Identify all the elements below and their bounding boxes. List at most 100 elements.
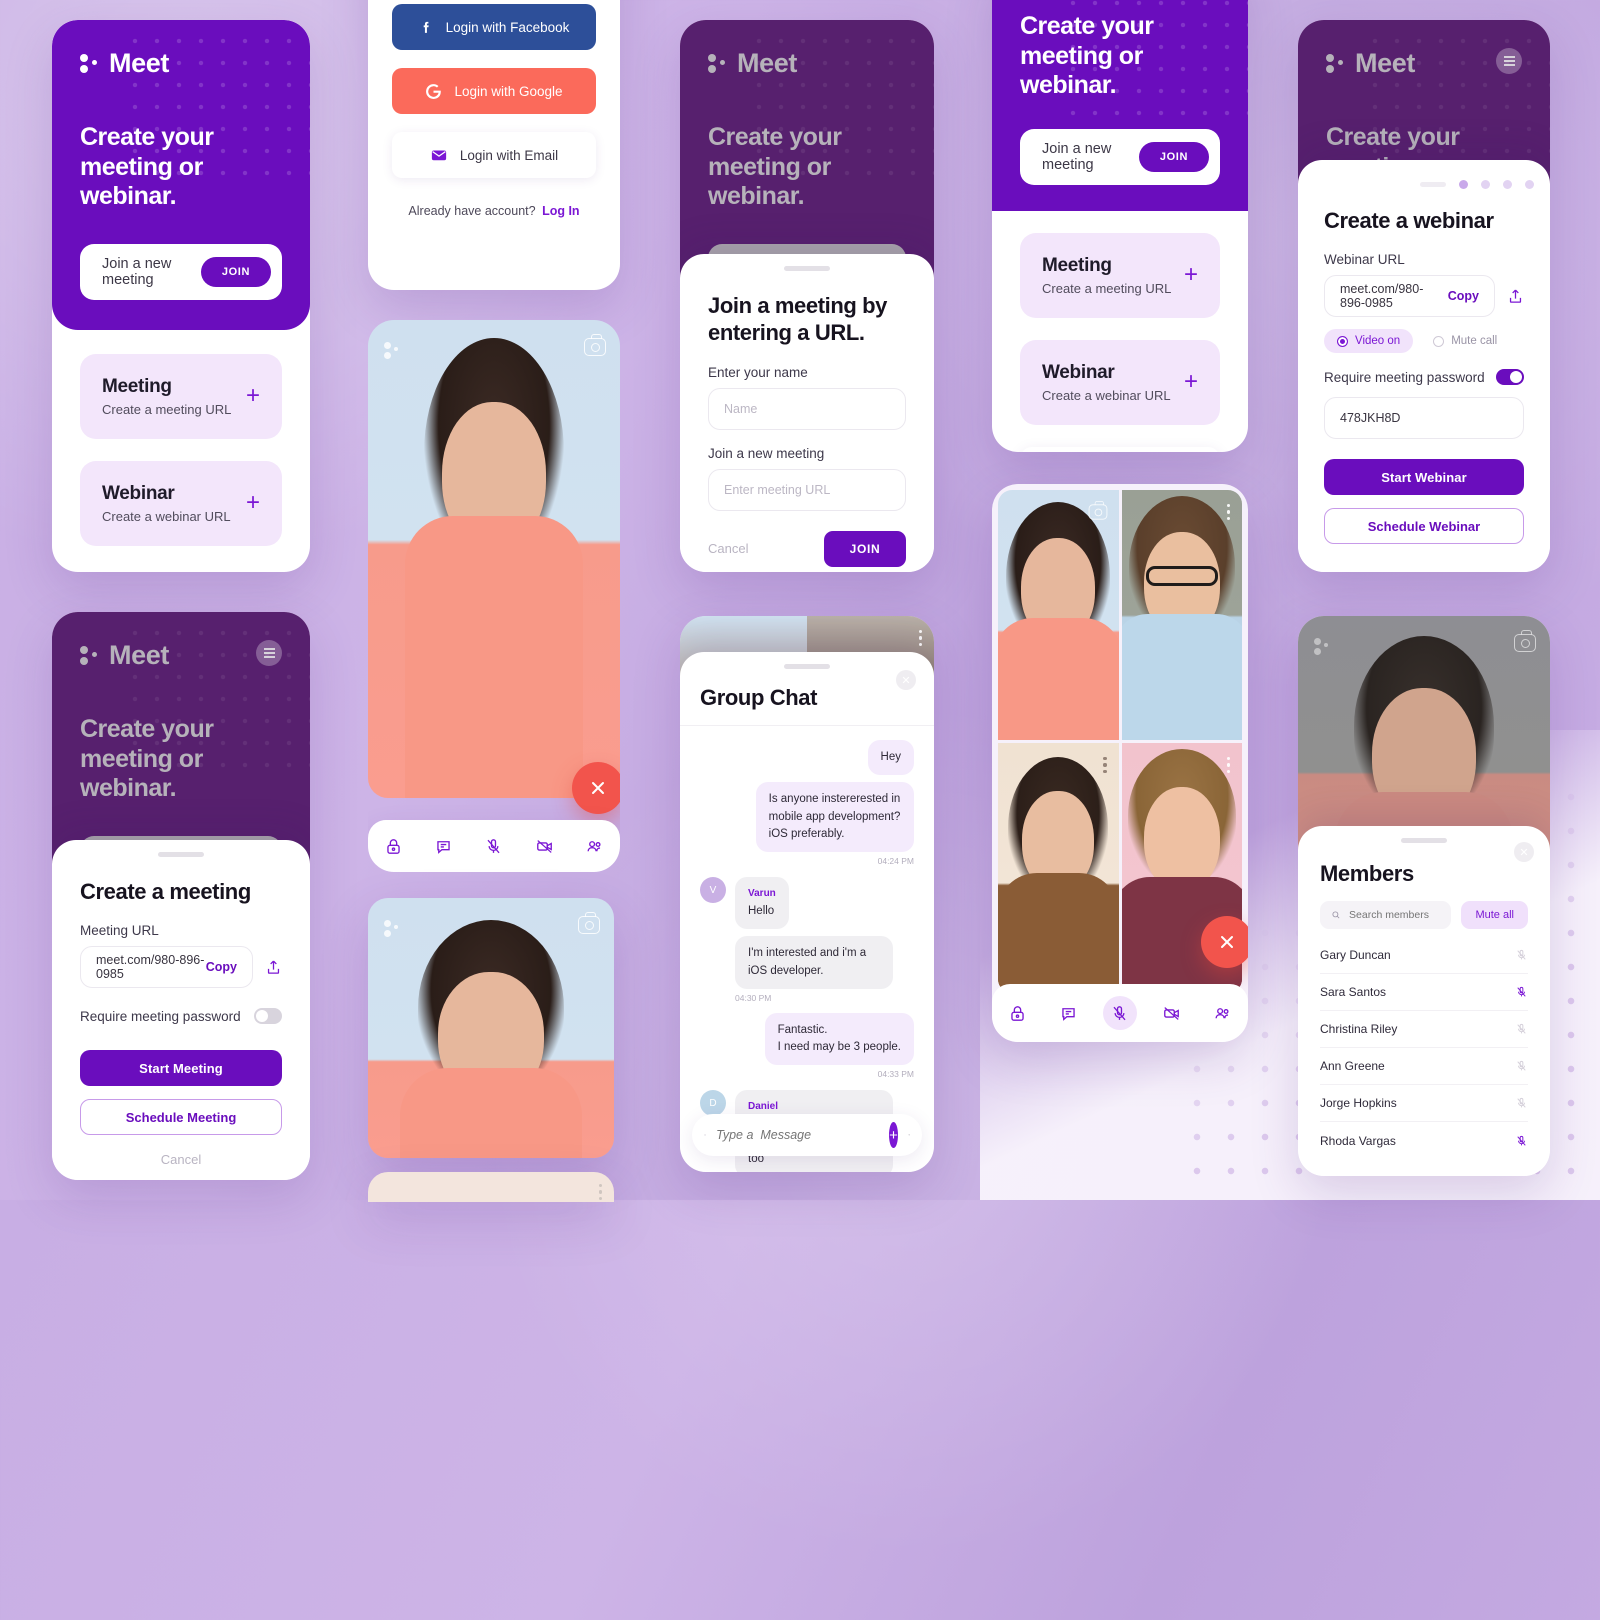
add-meeting-icon[interactable]: + bbox=[1184, 263, 1198, 287]
chat-button[interactable] bbox=[427, 829, 461, 863]
log-in-link[interactable]: Log In bbox=[542, 204, 580, 218]
flip-camera-icon[interactable] bbox=[1088, 504, 1107, 519]
tile-menu-icon[interactable] bbox=[1103, 757, 1106, 773]
member-row[interactable]: Jorge Hopkins bbox=[1320, 1085, 1528, 1122]
share-icon[interactable] bbox=[1507, 288, 1524, 305]
copy-button[interactable]: Copy bbox=[206, 960, 237, 974]
login-email-button[interactable]: Login with Email bbox=[392, 132, 596, 178]
chat-message-input[interactable] bbox=[716, 1128, 879, 1142]
tile-menu-icon[interactable] bbox=[1227, 504, 1230, 520]
share-icon[interactable] bbox=[265, 959, 282, 976]
close-chat-button[interactable]: ✕ bbox=[896, 670, 916, 690]
page-indicator-dot[interactable] bbox=[1525, 180, 1534, 189]
join-meeting-row[interactable]: Join a new meeting JOIN bbox=[80, 244, 282, 300]
cancel-button[interactable]: Cancel bbox=[80, 1152, 282, 1167]
video-tile-3[interactable] bbox=[998, 743, 1119, 993]
video-tile-secondary[interactable] bbox=[368, 898, 614, 1158]
mute-all-button[interactable]: Mute all bbox=[1461, 901, 1528, 929]
option-webinar[interactable]: Webinar Create a webinar URL + bbox=[1020, 340, 1220, 425]
video-tile-2[interactable] bbox=[1122, 490, 1243, 740]
mic-button[interactable] bbox=[1103, 996, 1137, 1030]
mic-button[interactable] bbox=[477, 829, 511, 863]
require-password-toggle[interactable] bbox=[1496, 369, 1524, 385]
mic-muted-icon[interactable] bbox=[1515, 947, 1528, 963]
tile-menu-icon[interactable] bbox=[599, 1184, 602, 1200]
video-button[interactable] bbox=[1154, 996, 1188, 1030]
schedule-meeting-button[interactable]: Schedule Meeting bbox=[80, 1099, 282, 1135]
add-webinar-icon[interactable]: + bbox=[1184, 370, 1198, 394]
add-webinar-icon[interactable]: + bbox=[246, 491, 260, 515]
tile-menu-icon[interactable] bbox=[1227, 757, 1230, 773]
login-google-button[interactable]: Login with Google bbox=[392, 68, 596, 114]
member-row[interactable]: Sara Santos bbox=[1320, 974, 1528, 1011]
lock-button[interactable] bbox=[376, 829, 410, 863]
lock-button[interactable] bbox=[1001, 996, 1035, 1030]
sheet-grab-handle[interactable] bbox=[1401, 838, 1447, 843]
schedule-meeting-or-webinar-button[interactable]: Schedule meeting or webinar + bbox=[1020, 447, 1220, 453]
meeting-url-input[interactable]: Enter meeting URL bbox=[708, 469, 906, 511]
chat-message: Is anyone instererested in mobile app de… bbox=[700, 782, 914, 852]
create-meeting-card: Meet Create your meeting or webinar. Joi… bbox=[52, 612, 310, 1180]
meeting-url-field[interactable]: meet.com/980-896-0985 Copy bbox=[80, 946, 253, 988]
end-call-button[interactable] bbox=[572, 762, 620, 814]
flip-camera-icon[interactable] bbox=[1514, 634, 1536, 652]
password-field[interactable]: 478JKH8D bbox=[1324, 397, 1524, 439]
mute-call-radio[interactable]: Mute call bbox=[1429, 329, 1501, 353]
webinar-url-field[interactable]: meet.com/980-896-0985 Copy bbox=[1324, 275, 1495, 317]
participants-button[interactable] bbox=[578, 829, 612, 863]
option-webinar[interactable]: Webinar Create a webinar URL + bbox=[80, 461, 282, 546]
join-submit-button[interactable]: JOIN bbox=[824, 531, 906, 567]
page-indicator-dot[interactable] bbox=[1503, 180, 1512, 189]
option-webinar-subtitle: Create a webinar URL bbox=[102, 509, 231, 524]
login-facebook-button[interactable]: Login with Facebook bbox=[392, 4, 596, 50]
start-webinar-button[interactable]: Start Webinar bbox=[1324, 459, 1524, 495]
video-tile-1[interactable] bbox=[998, 490, 1119, 740]
schedule-webinar-button[interactable]: Schedule Webinar bbox=[1324, 508, 1524, 544]
start-meeting-button[interactable]: Start Meeting bbox=[80, 1050, 282, 1086]
page-indicator-dot[interactable] bbox=[1459, 180, 1468, 189]
sheet-grab-handle[interactable] bbox=[784, 664, 830, 669]
member-name: Christina Riley bbox=[1320, 1022, 1397, 1036]
search-members-input[interactable] bbox=[1349, 909, 1440, 921]
require-password-toggle[interactable] bbox=[254, 1008, 282, 1024]
cancel-button[interactable]: Cancel bbox=[708, 541, 748, 556]
member-row[interactable]: Rhoda Vargas bbox=[1320, 1122, 1528, 1159]
option-meeting[interactable]: Meeting Create a meeting URL + bbox=[80, 354, 282, 439]
copy-button[interactable]: Copy bbox=[1448, 289, 1479, 303]
mic-active-icon[interactable] bbox=[1515, 984, 1528, 1000]
join-button[interactable]: JOIN bbox=[1139, 142, 1209, 172]
join-button[interactable]: JOIN bbox=[201, 257, 271, 287]
member-row[interactable]: Christina Riley bbox=[1320, 1011, 1528, 1048]
mic-active-icon[interactable] bbox=[1515, 1133, 1528, 1149]
sheet-grab-handle[interactable] bbox=[784, 266, 830, 271]
mic-muted-icon[interactable] bbox=[1515, 1021, 1528, 1037]
chat-button[interactable] bbox=[1052, 996, 1086, 1030]
participants-button[interactable] bbox=[1205, 996, 1239, 1030]
join-sheet: Join a meeting by entering a URL. Enter … bbox=[680, 254, 934, 572]
meet-logo-icon bbox=[384, 342, 400, 360]
member-row[interactable]: Ann Greene bbox=[1320, 1048, 1528, 1085]
sheet-grab-handle[interactable] bbox=[158, 852, 204, 857]
join-meeting-row[interactable]: Join a new meeting JOIN bbox=[1020, 129, 1220, 185]
name-input[interactable]: Name bbox=[708, 388, 906, 430]
flip-camera-icon[interactable] bbox=[584, 338, 606, 356]
add-meeting-icon[interactable]: + bbox=[246, 384, 260, 408]
emoji-icon[interactable] bbox=[704, 1126, 706, 1144]
end-call-button[interactable] bbox=[1201, 916, 1248, 968]
send-icon[interactable] bbox=[908, 1126, 910, 1144]
mic-muted-icon[interactable] bbox=[1515, 1058, 1528, 1074]
option-meeting[interactable]: Meeting Create a meeting URL + bbox=[1020, 233, 1220, 318]
chat-input-bar[interactable]: + bbox=[692, 1114, 922, 1156]
member-row[interactable]: Gary Duncan bbox=[1320, 937, 1528, 974]
tile-menu-icon[interactable] bbox=[919, 630, 922, 646]
flip-camera-icon[interactable] bbox=[578, 916, 600, 934]
search-members-box[interactable] bbox=[1320, 901, 1451, 929]
video-tile-self[interactable] bbox=[368, 320, 620, 798]
page-indicator-dot[interactable] bbox=[1481, 180, 1490, 189]
mic-muted-icon[interactable] bbox=[1515, 1095, 1528, 1111]
close-members-button[interactable]: ✕ bbox=[1514, 842, 1534, 862]
attach-button[interactable]: + bbox=[889, 1122, 898, 1148]
create-webinar-card: Meet Create your meeting or webinar. Cre… bbox=[1298, 20, 1550, 572]
video-on-radio[interactable]: Video on bbox=[1324, 329, 1413, 353]
video-button[interactable] bbox=[527, 829, 561, 863]
